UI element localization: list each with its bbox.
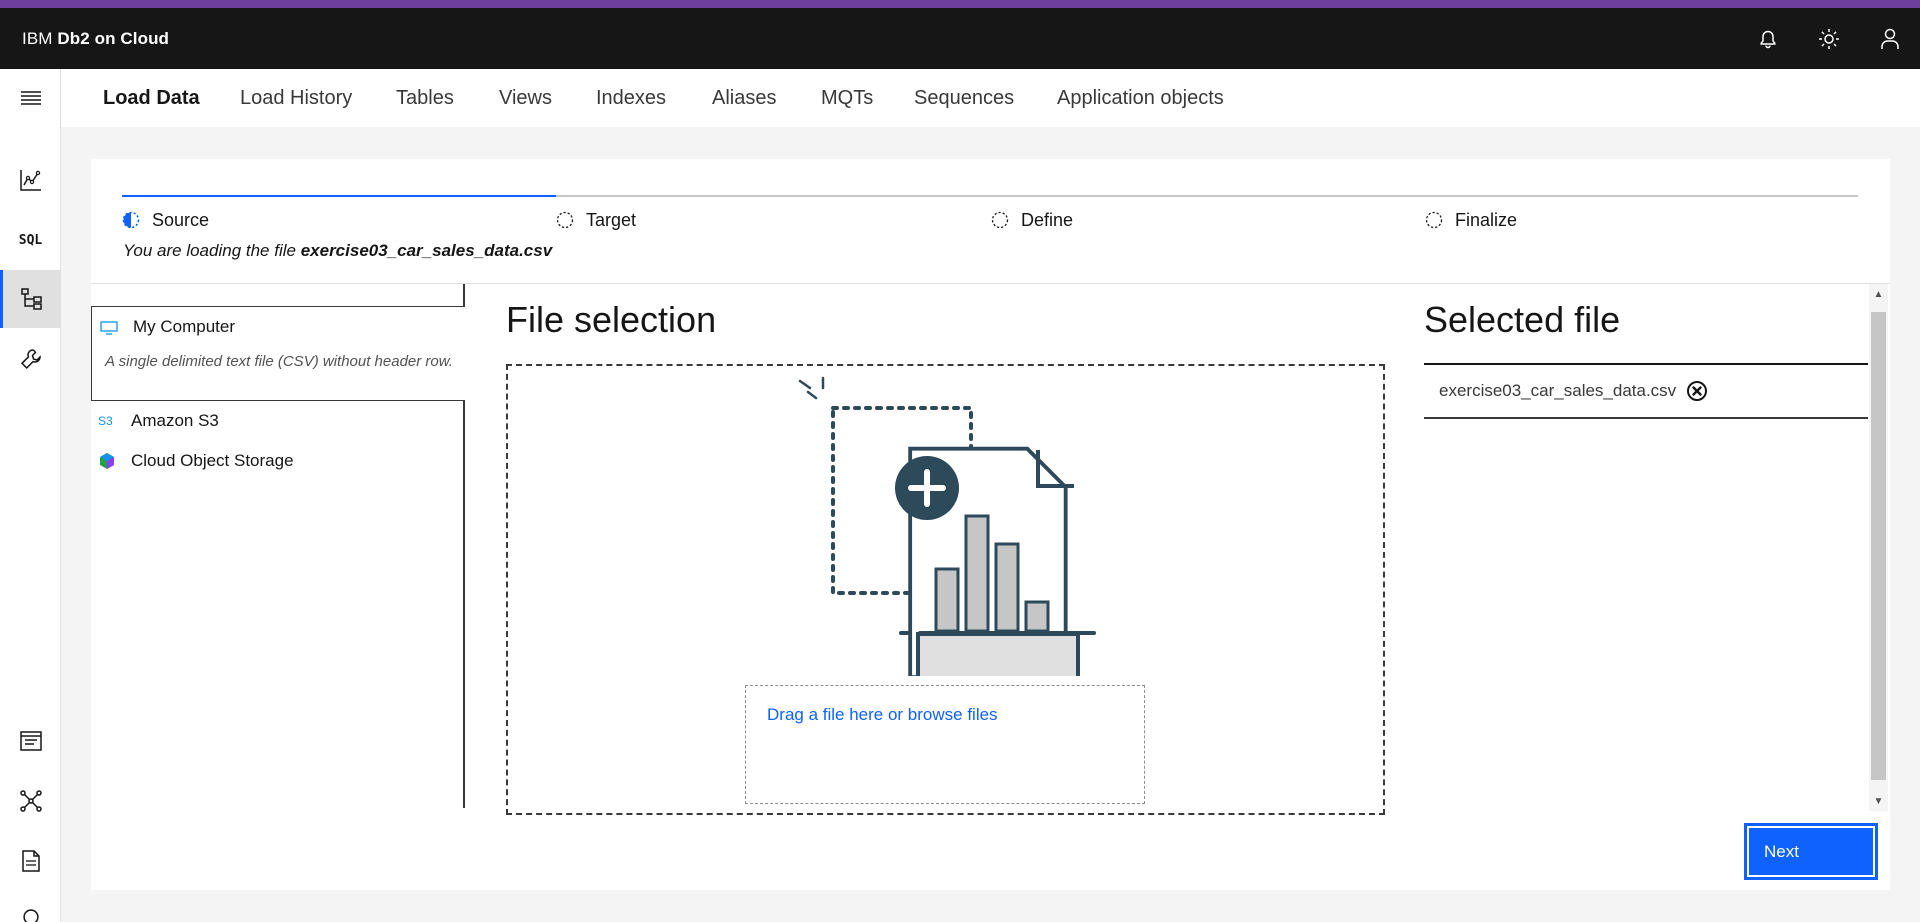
scroll-down-icon[interactable]: ▼ bbox=[1869, 791, 1888, 811]
source-list: My Computer A single delimited text file… bbox=[91, 284, 465, 808]
step-label: Source bbox=[152, 209, 210, 230]
scroll-thumb[interactable] bbox=[1871, 312, 1886, 780]
step-pending-icon bbox=[556, 211, 574, 229]
step-pending-icon bbox=[1425, 211, 1443, 229]
tab-application-objects[interactable]: Application objects bbox=[1057, 69, 1224, 127]
step-define[interactable]: Define bbox=[991, 208, 1073, 232]
loading-message: You are loading the file exercise03_car_… bbox=[123, 241, 552, 261]
tab-bar: Load Data Load History Tables Views Inde… bbox=[61, 69, 1920, 127]
tab-sequences[interactable]: Sequences bbox=[914, 69, 1014, 127]
loading-message-file: exercise03_car_sales_data.csv bbox=[300, 241, 553, 260]
loading-message-prefix: You are loading the file bbox=[123, 241, 296, 260]
brand-prefix: IBM bbox=[22, 28, 53, 48]
tab-indexes[interactable]: Indexes bbox=[596, 69, 666, 127]
scroll-up-icon[interactable]: ▲ bbox=[1869, 284, 1888, 304]
left-rail: SQL bbox=[0, 69, 61, 922]
s3-icon: S3 bbox=[98, 414, 113, 428]
source-description: A single delimited text file (CSV) witho… bbox=[105, 353, 453, 370]
step-label: Finalize bbox=[1455, 209, 1518, 230]
tab-tables[interactable]: Tables bbox=[396, 69, 454, 127]
step-label: Define bbox=[1021, 209, 1074, 230]
document-icon[interactable] bbox=[0, 832, 61, 890]
brand-name: Db2 on Cloud bbox=[57, 28, 170, 48]
progress-track bbox=[122, 195, 1858, 197]
panel-scrollbar[interactable]: ▲ ▼ bbox=[1869, 284, 1888, 811]
tab-load-data[interactable]: Load Data bbox=[103, 69, 200, 127]
notes-icon[interactable] bbox=[0, 712, 61, 770]
idea-icon[interactable] bbox=[0, 892, 61, 922]
sql-editor-nav[interactable]: SQL bbox=[0, 211, 61, 269]
user-profile-icon[interactable] bbox=[1859, 8, 1920, 69]
sql-label: SQL bbox=[18, 232, 43, 248]
source-cloud-object-storage[interactable]: Cloud Object Storage bbox=[91, 442, 465, 480]
brand[interactable]: IBM Db2 on Cloud bbox=[22, 29, 169, 49]
selected-file-title: Selected file bbox=[1424, 299, 1621, 340]
progress-fill bbox=[122, 195, 556, 197]
step-current-icon bbox=[122, 211, 140, 229]
tab-mqts[interactable]: MQTs bbox=[821, 69, 873, 127]
network-icon[interactable] bbox=[0, 772, 61, 830]
tab-load-history[interactable]: Load History bbox=[240, 69, 352, 127]
source-amazon-s3[interactable]: S3 Amazon S3 bbox=[91, 402, 465, 440]
step-finalize[interactable]: Finalize bbox=[1425, 208, 1517, 232]
data-tree-icon[interactable] bbox=[0, 270, 61, 328]
browse-files-area[interactable]: Drag a file here or browse files bbox=[745, 685, 1145, 804]
header-icons bbox=[1737, 8, 1920, 69]
selected-file-name: exercise03_car_sales_data.csv bbox=[1439, 381, 1677, 400]
close-circle-icon[interactable] bbox=[1686, 380, 1708, 402]
source-label: My Computer bbox=[133, 317, 236, 336]
next-button[interactable]: Next bbox=[1744, 823, 1878, 880]
hamburger-menu-icon[interactable] bbox=[0, 69, 61, 127]
cloud-object-storage-icon bbox=[100, 453, 114, 469]
step-target[interactable]: Target bbox=[556, 208, 636, 232]
source-label: Cloud Object Storage bbox=[131, 451, 294, 470]
file-upload-illustration bbox=[798, 376, 1096, 676]
source-label: Amazon S3 bbox=[131, 411, 219, 430]
notification-icon[interactable] bbox=[1737, 8, 1798, 69]
top-header: IBM Db2 on Cloud bbox=[0, 8, 1920, 69]
tools-icon[interactable] bbox=[0, 330, 61, 388]
monitor-icon[interactable] bbox=[0, 151, 61, 209]
file-selection-title: File selection bbox=[506, 299, 717, 340]
tab-aliases[interactable]: Aliases bbox=[712, 69, 776, 127]
selected-file-row: exercise03_car_sales_data.csv bbox=[1424, 363, 1868, 419]
step-label: Target bbox=[586, 209, 637, 230]
step-pending-icon bbox=[991, 211, 1009, 229]
accent-strip bbox=[0, 0, 1920, 8]
theme-toggle-icon[interactable] bbox=[1798, 8, 1859, 69]
source-my-computer[interactable]: My Computer A single delimited text file… bbox=[91, 306, 465, 401]
step-source[interactable]: Source bbox=[122, 208, 209, 232]
tab-views[interactable]: Views bbox=[499, 69, 552, 127]
browse-files-link[interactable]: Drag a file here or browse files bbox=[767, 705, 998, 725]
computer-icon bbox=[100, 321, 118, 335]
